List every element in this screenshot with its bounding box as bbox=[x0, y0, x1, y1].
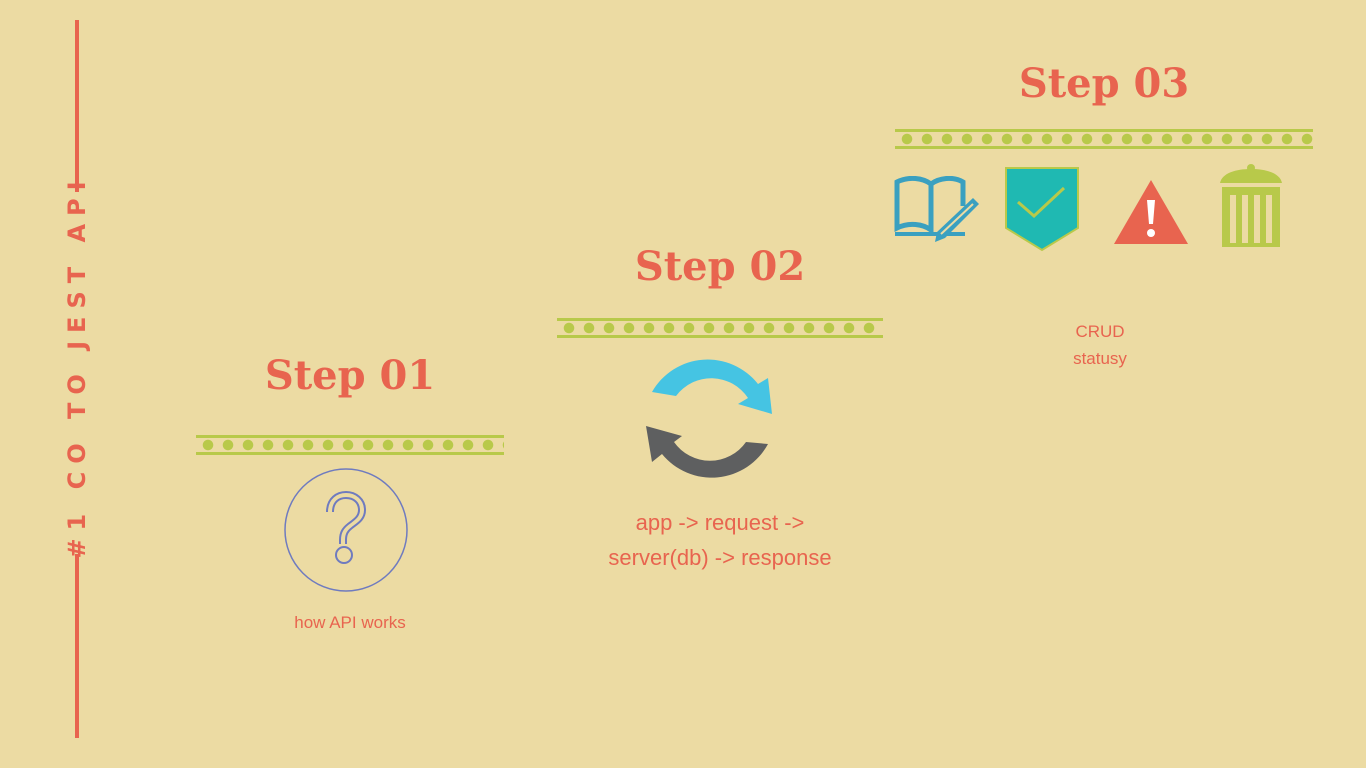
book-pencil-icon bbox=[894, 176, 979, 242]
step-01-dot-bar bbox=[196, 435, 504, 455]
step-02-dot-bar bbox=[557, 318, 883, 338]
step-02-title: Step 02 bbox=[634, 243, 806, 290]
checkmark-shield-icon bbox=[1005, 167, 1079, 252]
side-line-bottom bbox=[75, 554, 79, 738]
step-01-title: Step 01 bbox=[264, 352, 436, 399]
slide: #1 CO TO JEST API Step 01 how API works … bbox=[0, 0, 1366, 768]
question-icon bbox=[284, 468, 408, 592]
step-01-caption: how API works bbox=[294, 613, 406, 632]
step-03-caption: CRUD statusy bbox=[1000, 318, 1200, 372]
refresh-cycle-icon bbox=[646, 359, 772, 478]
step-02-caption-line-2: server(db) -> response bbox=[608, 545, 832, 570]
step-03-dot-bar bbox=[895, 129, 1313, 149]
side-title: #1 CO TO JEST API bbox=[63, 173, 91, 559]
step-03-caption-line-2: statusy bbox=[1073, 349, 1127, 368]
step-02-caption: app -> request -> server(db) -> response bbox=[557, 505, 883, 575]
trash-can-icon bbox=[1220, 164, 1282, 247]
side-line-top bbox=[75, 20, 79, 192]
warning-icon bbox=[1114, 180, 1188, 244]
step-03-title: Step 03 bbox=[1018, 60, 1190, 107]
step-03-caption-line-1: CRUD bbox=[1075, 322, 1125, 341]
step-02-caption-line-1: app -> request -> bbox=[635, 510, 805, 535]
